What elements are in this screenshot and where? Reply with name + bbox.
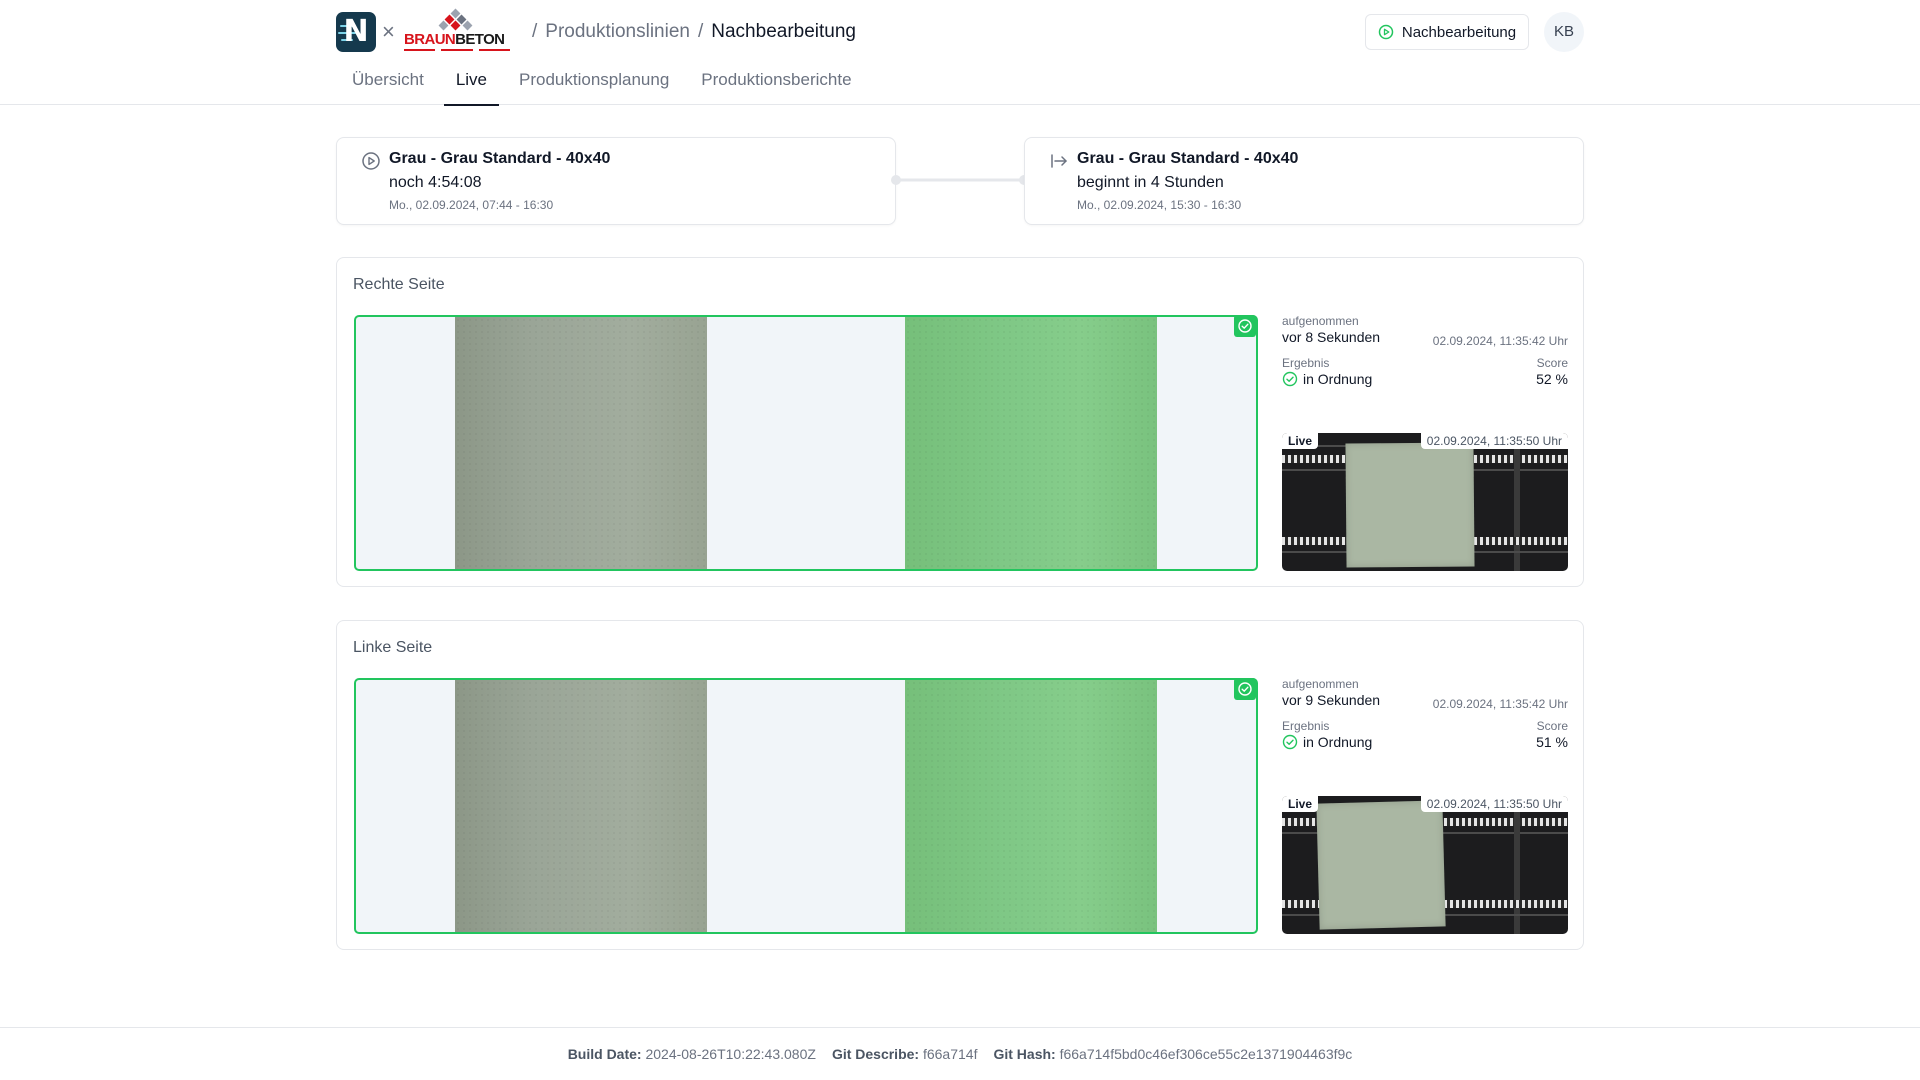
result-label: Ergebnis (1282, 356, 1330, 370)
result-value: in Ordnung (1282, 734, 1568, 750)
tab-produktionsberichte[interactable]: Produktionsberichte (685, 64, 867, 105)
breadcrumb-current: Nachbearbeitung (711, 21, 856, 42)
line-status-label: Nachbearbeitung (1401, 23, 1517, 41)
schedule-connector (891, 175, 1029, 185)
next-production-start: beginnt in 4 Stunden (1077, 174, 1224, 191)
live-timestamp: 02.09.2024, 11:35:50 Uhr (1420, 433, 1568, 449)
next-production-time: Mo., 02.09.2024, 15:30 - 16:30 (1077, 198, 1242, 212)
live-label: Live (1282, 433, 1319, 449)
result-label: Ergebnis (1282, 719, 1330, 733)
score-label: Score (1536, 356, 1568, 370)
git-describe: Git Describe: f66a714f (831, 1046, 978, 1062)
next-production-card[interactable]: Grau - Grau Standard - 40x40 beginnt in … (1024, 137, 1584, 225)
ok-check-icon (1234, 678, 1256, 700)
captured-label: aufgenommen (1282, 677, 1359, 691)
tab-produktionsplanung[interactable]: Produktionsplanung (503, 64, 685, 105)
next-production-title: Grau - Grau Standard - 40x40 (1077, 150, 1299, 167)
side-title: Rechte Seite (353, 276, 445, 293)
partner-logo: BRAUNBETON (402, 8, 510, 54)
captured-image[interactable] (354, 315, 1258, 571)
ok-check-icon (1234, 315, 1256, 337)
captured-timestamp: 02.09.2024, 11:35:42 Uhr (1432, 334, 1568, 348)
tab-live[interactable]: Live (440, 64, 503, 106)
result-value: in Ordnung (1282, 371, 1568, 387)
live-camera-thumbnail[interactable]: Live 02.09.2024, 11:35:50 Uhr (1282, 796, 1568, 934)
side-card-left: Linke Seite aufgenommen vor 9 Sekunden 0… (336, 620, 1584, 950)
git-hash: Git Hash: f66a714f5bd0c46ef306ce55c2e137… (993, 1046, 1353, 1062)
live-camera-thumbnail[interactable]: Live 02.09.2024, 11:35:50 Uhr (1282, 433, 1568, 571)
check-circle-icon (1282, 734, 1298, 750)
capture-info: aufgenommen vor 8 Sekunden 02.09.2024, 1… (1282, 314, 1568, 387)
partner-logo-wordmark: BRAUNBETON (404, 31, 505, 48)
tab-bar: Übersicht Live Produktionsplanung Produk… (336, 64, 868, 106)
live-label: Live (1282, 796, 1319, 812)
tile-image-green (905, 680, 1157, 932)
check-circle-icon (1282, 371, 1298, 387)
current-production-title: Grau - Grau Standard - 40x40 (389, 150, 611, 167)
side-card-right: Rechte Seite aufgenommen vor 8 Sekunden … (336, 257, 1584, 587)
side-title: Linke Seite (353, 639, 433, 656)
line-status-button[interactable]: Nachbearbeitung (1365, 14, 1529, 50)
app-logo[interactable]: N (336, 12, 376, 52)
breadcrumb: / Produktionslinien / Nachbearbeitung (524, 18, 856, 46)
score-label: Score (1536, 719, 1568, 733)
captured-label: aufgenommen (1282, 314, 1359, 328)
build-info-footer: Build Date: 2024-08-26T10:22:43.080Z Git… (0, 1027, 1920, 1080)
capture-info: aufgenommen vor 9 Sekunden 02.09.2024, 1… (1282, 677, 1568, 750)
tab-uebersicht[interactable]: Übersicht (336, 64, 440, 105)
arrow-right-to-line-icon (1051, 154, 1067, 168)
captured-timestamp: 02.09.2024, 11:35:42 Uhr (1432, 697, 1568, 711)
live-slab (1316, 800, 1446, 930)
current-production-remaining: noch 4:54:08 (389, 174, 482, 191)
captured-image[interactable] (354, 678, 1258, 934)
logo-letter-n: N (343, 14, 369, 49)
score-value: 51 % (1536, 734, 1568, 750)
play-circle-icon (362, 152, 380, 170)
live-slab (1345, 442, 1475, 568)
breadcrumb-produktionslinien[interactable]: Produktionslinien (545, 21, 690, 43)
result-text: in Ordnung (1303, 371, 1373, 387)
current-production-card[interactable]: Grau - Grau Standard - 40x40 noch 4:54:0… (336, 137, 896, 225)
tile-image-green (905, 317, 1157, 569)
score-value: 52 % (1536, 371, 1568, 387)
current-production-time: Mo., 02.09.2024, 07:44 - 16:30 (389, 198, 554, 212)
result-text: in Ordnung (1303, 734, 1373, 750)
live-timestamp: 02.09.2024, 11:35:50 Uhr (1420, 796, 1568, 812)
user-avatar[interactable]: KB (1544, 12, 1584, 52)
tile-image-grey (455, 317, 707, 569)
partner-logo-tagline (404, 48, 510, 52)
build-date: Build Date: 2024-08-26T10:22:43.080Z (567, 1046, 816, 1062)
play-circle-icon (1378, 24, 1394, 40)
tile-image-grey (455, 680, 707, 932)
app-header: N × BRAUNBETON / Produktionslinien / Nac… (0, 0, 1920, 106)
logo-separator: × (382, 19, 395, 44)
breadcrumb-separator: / (532, 21, 538, 42)
breadcrumb-separator: / (697, 21, 704, 42)
